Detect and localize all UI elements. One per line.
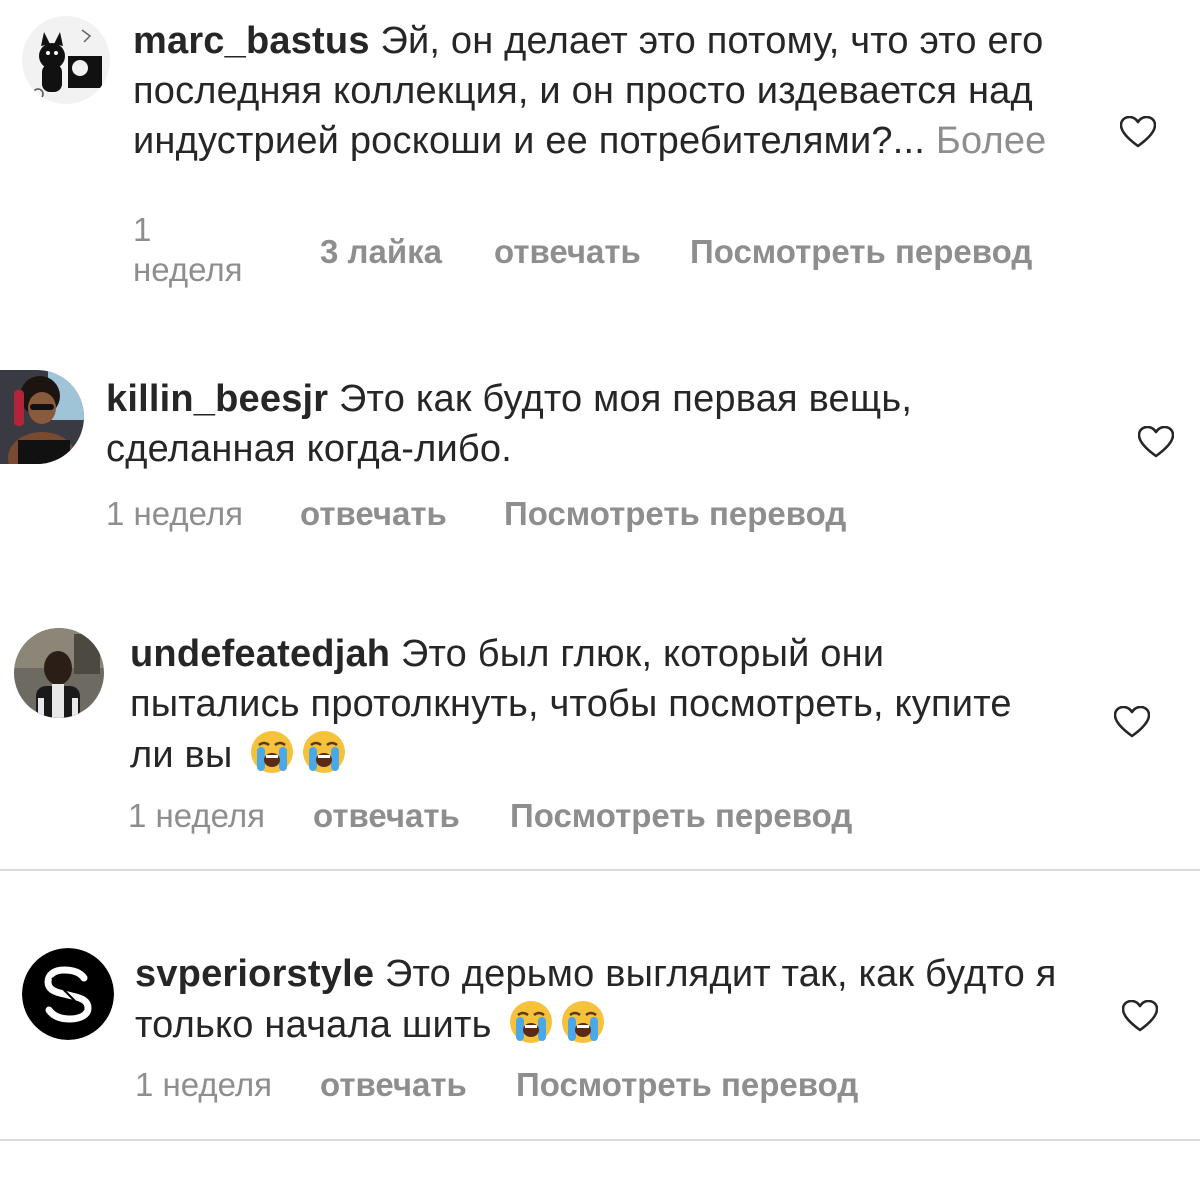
reply-button[interactable]: отвечать — [313, 796, 460, 836]
loudly-crying-face-icon — [249, 729, 295, 775]
see-translation-button[interactable]: Посмотреть перевод — [504, 494, 846, 534]
comment-body: killin_beesjr Это как будто моя первая в… — [106, 374, 1066, 474]
heart-outline-icon[interactable] — [1122, 1000, 1158, 1032]
heart-outline-icon[interactable] — [1114, 706, 1150, 738]
comment-username[interactable]: killin_beesjr — [106, 378, 328, 420]
reply-button[interactable]: отвечать — [320, 1065, 467, 1105]
comment-time-unit: неделя — [133, 251, 243, 288]
comment-item: undefeatedjah Это был глюк, который они … — [0, 600, 1200, 868]
comment-username[interactable]: marc_bastus — [133, 20, 370, 62]
loudly-crying-face-icon — [508, 999, 554, 1045]
comment-body: undefeatedjah Это был глюк, который они … — [130, 629, 1050, 780]
section-divider — [0, 1139, 1200, 1141]
comment-time: 1 неделя — [135, 1066, 273, 1103]
comment-body: svperiorstyle Это дерьмо выглядит так, к… — [135, 949, 1065, 1050]
loudly-crying-face-icon — [301, 729, 347, 775]
heart-outline-icon[interactable] — [1120, 116, 1156, 148]
comment-item: svperiorstyle Это дерьмо выглядит так, к… — [0, 920, 1200, 1130]
reply-button[interactable]: отвечать — [494, 232, 641, 272]
comment-time-number: 1 — [133, 211, 152, 248]
avatar[interactable] — [14, 628, 104, 718]
see-translation-button[interactable]: Посмотреть перевод — [510, 796, 852, 836]
loudly-crying-face-icon — [560, 999, 606, 1045]
comment-time: 1 неделя — [106, 495, 244, 532]
comment-item: marc_bastus Эй, он делает это потому, чт… — [0, 0, 1200, 320]
comment-username[interactable]: svperiorstyle — [135, 953, 374, 995]
comment-time: 1 неделя — [128, 797, 266, 834]
avatar-image — [14, 628, 104, 718]
avatar[interactable] — [22, 948, 114, 1040]
see-translation-button[interactable]: Посмотреть перевод — [516, 1065, 858, 1105]
more-link[interactable]: Более — [936, 120, 1047, 162]
comment-body: marc_bastus Эй, он делает это потому, чт… — [133, 16, 1063, 166]
heart-outline-icon[interactable] — [1138, 426, 1174, 458]
reply-button[interactable]: отвечать — [300, 494, 447, 534]
avatar-image — [22, 16, 110, 104]
comment-item: killin_beesjr Это как будто моя первая в… — [0, 340, 1200, 560]
avatar[interactable] — [0, 370, 84, 464]
comment-username[interactable]: undefeatedjah — [130, 633, 390, 675]
avatar-image — [22, 948, 114, 1040]
comment-time: 1 неделя — [133, 210, 243, 290]
avatar-image — [0, 370, 84, 464]
section-divider — [0, 869, 1200, 871]
see-translation-button[interactable]: Посмотреть перевод — [690, 232, 1032, 272]
avatar[interactable] — [22, 16, 110, 104]
likes-count-button[interactable]: 3 лайка — [320, 232, 442, 272]
